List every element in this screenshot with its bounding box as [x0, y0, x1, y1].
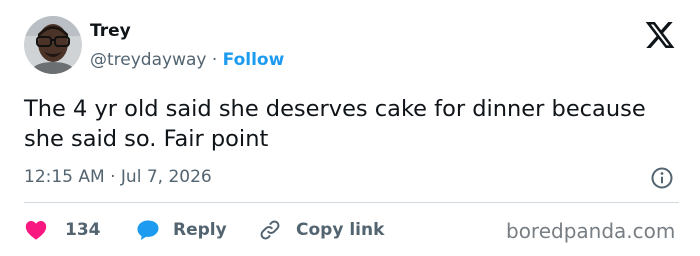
- x-logo-icon[interactable]: [644, 19, 676, 51]
- divider: [24, 202, 679, 203]
- copy-link-label: Copy link: [296, 220, 385, 240]
- tweet-text: The 4 yr old said she deserves cake for …: [24, 96, 646, 152]
- speech-bubble-icon: [137, 220, 159, 240]
- tweet-time[interactable]: 12:15 AM: [24, 167, 105, 187]
- meta-separator: ·: [110, 167, 116, 187]
- heart-icon: [25, 221, 47, 240]
- copy-link-button[interactable]: Copy link: [258, 217, 384, 243]
- avatar-image: [24, 16, 82, 74]
- follow-button[interactable]: Follow: [223, 50, 285, 70]
- tweet-date[interactable]: Jul 7, 2026: [121, 167, 212, 187]
- info-icon[interactable]: [650, 166, 674, 190]
- like-count: 134: [65, 220, 101, 240]
- link-icon: [260, 220, 280, 240]
- handle-separator: ·: [211, 50, 218, 70]
- watermark: boredpanda.com: [506, 219, 676, 243]
- reply-button[interactable]: Reply: [136, 217, 227, 243]
- author-name[interactable]: Trey: [90, 21, 131, 41]
- author-handle[interactable]: @treydayway: [90, 50, 206, 70]
- like-button[interactable]: 134: [24, 217, 101, 243]
- reply-label: Reply: [173, 220, 227, 240]
- tweet-meta: 12:15 AM · Jul 7, 2026: [24, 166, 212, 188]
- author-handle-row: @treydayway · Follow: [90, 49, 284, 71]
- avatar[interactable]: [24, 16, 82, 74]
